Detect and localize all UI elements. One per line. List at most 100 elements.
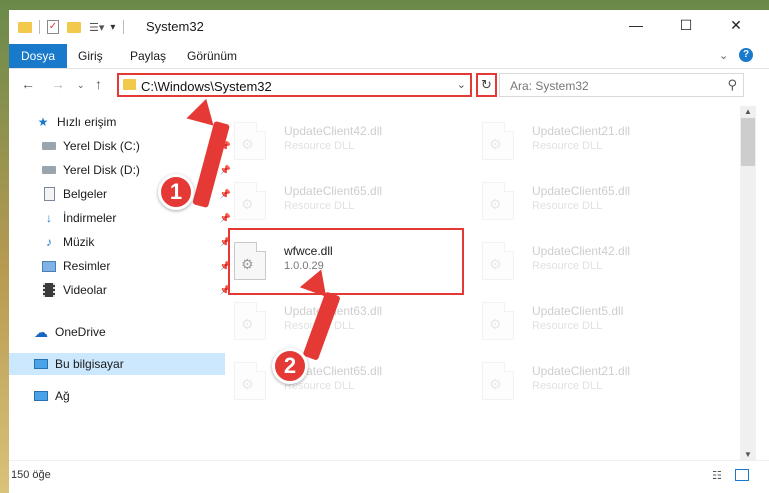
close-button[interactable]: ✕	[713, 10, 759, 40]
file-highlight-box	[228, 228, 464, 295]
gear-icon: ⚙	[241, 136, 254, 152]
nav-item-label: Bu bilgisayar	[55, 357, 124, 371]
forward-arrow-icon[interactable]: →	[51, 76, 65, 92]
download-icon: ↓	[46, 211, 52, 225]
title-bar: ✓ ☰▾ ▾ System32 — ☐ ✕	[9, 10, 769, 44]
file-name: UpdateClient21.dll	[532, 364, 631, 378]
step-badge-2: 2	[272, 348, 308, 384]
search-input[interactable]: Ara: System32 ⚲	[499, 73, 744, 97]
gear-icon: ⚙	[241, 196, 254, 212]
file-description: Resource DLL	[532, 140, 603, 152]
scroll-up-icon[interactable]: ▲	[740, 107, 756, 116]
drive-icon	[41, 162, 57, 178]
new-folder-icon[interactable]	[67, 21, 81, 33]
file-description: Resource DLL	[284, 200, 355, 212]
nav-item-label: OneDrive	[55, 325, 106, 339]
nav-item-label: Hızlı erişim	[57, 115, 117, 129]
pictures-icon	[41, 258, 57, 274]
ribbon-tabs: Dosya Giriş Paylaş Görünüm ⌄ ?	[9, 44, 769, 69]
tiles-view-icon[interactable]	[735, 469, 749, 481]
properties-icon[interactable]: ✓	[47, 20, 59, 34]
back-arrow-icon[interactable]: ←	[21, 76, 35, 92]
file-item[interactable]: ⚙ UpdateClient63.dll Resource DLL	[224, 294, 454, 346]
status-bar: 150 öğe ☷	[9, 460, 769, 493]
window-title: System32	[146, 19, 204, 34]
music-icon: ♪	[46, 235, 52, 249]
file-item[interactable]: ⚙ UpdateClient5.dll Resource DLL	[472, 294, 702, 346]
network-icon	[33, 388, 49, 404]
search-placeholder: Ara: System32	[510, 79, 589, 93]
file-name: UpdateClient5.dll	[532, 304, 624, 318]
file-item[interactable]: ⚙ UpdateClient21.dll Resource DLL	[472, 114, 702, 166]
address-bar[interactable]: C:\Windows\System32 ⌄	[117, 73, 472, 97]
file-name: UpdateClient65.dll	[532, 184, 631, 198]
gear-icon: ⚙	[241, 316, 254, 332]
nav-item-label: Yerel Disk (C:)	[63, 139, 140, 153]
chevron-down-icon[interactable]: ⌄	[457, 78, 466, 91]
file-item[interactable]: ⚙ UpdateClient65.dll Resource DLL	[224, 354, 454, 406]
nav-item-label: Resimler	[63, 259, 111, 273]
dll-file-icon: ⚙	[482, 302, 514, 340]
nav-item-this-pc[interactable]: Bu bilgisayar	[9, 353, 225, 375]
file-item[interactable]: ⚙ UpdateClient21.dll Resource DLL	[472, 354, 702, 406]
nav-item-label: Müzik	[63, 235, 95, 249]
nav-item-videos[interactable]: Videolar 📌	[9, 279, 233, 301]
file-item[interactable]: ⚙ UpdateClient65.dll Resource DLL	[472, 174, 702, 226]
file-name: UpdateClient42.dll	[284, 124, 383, 138]
tab-home[interactable]: Giriş	[66, 44, 115, 68]
gear-icon: ⚙	[241, 376, 254, 392]
folder-icon[interactable]	[18, 21, 32, 33]
item-count: 150 öğe	[11, 469, 51, 481]
star-icon: ★	[37, 115, 49, 129]
tab-view[interactable]: Görünüm	[175, 44, 249, 68]
file-item[interactable]: ⚙ UpdateClient42.dll Resource DLL	[472, 234, 702, 286]
nav-item-label: Videolar	[63, 283, 107, 297]
file-item[interactable]: ⚙ UpdateClient42.dll Resource DLL	[224, 114, 454, 166]
dll-file-icon: ⚙	[482, 362, 514, 400]
toolbar-divider	[123, 20, 125, 34]
up-arrow-icon[interactable]: ↑	[95, 76, 102, 92]
nav-item-music[interactable]: ♪ Müzik 📌	[9, 231, 233, 253]
dll-file-icon: ⚙	[234, 362, 266, 400]
nav-item-onedrive[interactable]: ☁ OneDrive	[9, 321, 225, 343]
help-icon[interactable]: ?	[739, 48, 753, 62]
nav-item-pictures[interactable]: Resimler 📌	[9, 255, 233, 277]
maximize-button[interactable]: ☐	[663, 10, 709, 40]
file-description: Resource DLL	[532, 320, 603, 332]
gear-icon: ⚙	[489, 136, 502, 152]
recent-locations-icon[interactable]: ⌄	[77, 80, 85, 91]
video-icon	[41, 282, 57, 298]
file-name: UpdateClient42.dll	[532, 244, 631, 258]
file-item[interactable]: ⚙ UpdateClient65.dll Resource DLL	[224, 174, 454, 226]
gear-icon: ⚙	[489, 376, 502, 392]
quick-access-toolbar: ✓ ☰▾ ▾	[18, 19, 125, 35]
drive-icon	[41, 138, 57, 154]
minimize-button[interactable]: —	[613, 10, 659, 40]
documents-icon	[41, 186, 57, 202]
refresh-button[interactable]: ↻	[476, 73, 497, 97]
computer-icon	[33, 356, 49, 372]
tab-file[interactable]: Dosya	[9, 44, 68, 68]
file-description: Resource DLL	[532, 380, 603, 392]
explorer-window: ✓ ☰▾ ▾ System32 — ☐ ✕ Dosya Giriş Paylaş…	[9, 10, 769, 493]
details-view-icon[interactable]: ☷	[712, 469, 726, 482]
scrollbar-thumb[interactable]	[741, 118, 755, 166]
scroll-down-icon[interactable]: ▼	[740, 450, 756, 459]
chevron-down-icon[interactable]: ▾	[110, 22, 115, 33]
vertical-scrollbar[interactable]: ▲ ▼	[740, 106, 756, 460]
ribbon-expand-icon[interactable]: ⌄	[719, 49, 728, 62]
dll-file-icon: ⚙	[234, 122, 266, 160]
gear-icon: ⚙	[489, 196, 502, 212]
cloud-icon: ☁	[34, 323, 48, 340]
file-name: UpdateClient21.dll	[532, 124, 631, 138]
nav-item-downloads[interactable]: ↓ İndirmeler 📌	[9, 207, 233, 229]
dll-file-icon: ⚙	[234, 302, 266, 340]
nav-item-local-disk-c[interactable]: Yerel Disk (C:) 📌	[9, 135, 233, 157]
nav-item-label: Ağ	[55, 389, 70, 403]
dll-file-icon: ⚙	[234, 182, 266, 220]
gear-icon: ⚙	[489, 256, 502, 272]
file-description: Resource DLL	[532, 260, 603, 272]
customize-icon[interactable]: ☰▾	[89, 21, 104, 34]
tab-share[interactable]: Paylaş	[118, 44, 178, 68]
nav-item-network[interactable]: Ağ	[9, 385, 225, 407]
